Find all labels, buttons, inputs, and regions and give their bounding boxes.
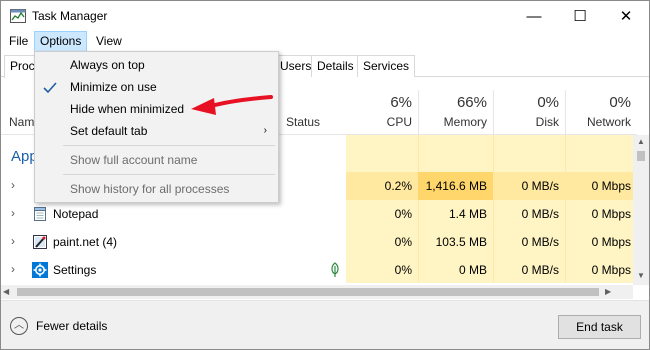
process-name: Settings	[53, 263, 97, 277]
column-header-disk[interactable]: 0% Disk	[493, 90, 565, 134]
maximize-button[interactable]: ☐	[557, 1, 603, 31]
scroll-left-icon[interactable]: ◀	[3, 285, 9, 299]
column-header-network[interactable]: 0% Network	[565, 90, 637, 134]
settings-gear-icon	[32, 262, 48, 278]
menu-bar: File Options View	[1, 31, 649, 52]
disk-value: 0 MB/s	[521, 207, 559, 221]
memory-total: 66%	[456, 94, 487, 111]
column-header-memory[interactable]: 66% Memory	[418, 90, 493, 134]
column-header-status[interactable]: Status	[286, 90, 346, 134]
table-row[interactable]: › Settings 0% 0 MB 0 MB/s 0 Mbps	[1, 256, 637, 284]
menu-separator	[63, 145, 275, 146]
table-row[interactable]: › paint.net (4) 0% 103.5 MB 0 MB/s 0 Mbp…	[1, 228, 637, 256]
close-button[interactable]: ✕	[603, 1, 649, 31]
minimize-button[interactable]: —	[511, 1, 557, 31]
title-bar: Task Manager — ☐ ✕	[1, 1, 649, 31]
disk-value: 0 MB/s	[521, 235, 559, 249]
memory-value: 1.4 MB	[448, 207, 487, 221]
column-header-cpu[interactable]: 6% CPU	[346, 90, 418, 134]
suspended-leaf-icon	[331, 262, 339, 277]
task-manager-icon	[10, 9, 26, 23]
column-status-label: Status	[286, 115, 321, 129]
checkmark-icon	[43, 82, 57, 94]
set-default-tab-label: Set default tab	[70, 124, 148, 138]
disk-value: 0 MB/s	[521, 263, 559, 277]
cpu-value: 0.2%	[384, 179, 412, 193]
notepad-icon	[34, 207, 46, 221]
network-value: 0 Mbps	[591, 207, 631, 221]
process-name: paint.net (4)	[53, 235, 118, 249]
horizontal-scroll-thumb[interactable]	[17, 288, 599, 296]
memory-value: 1,416.6 MB	[425, 179, 487, 193]
process-name: Notepad	[53, 207, 99, 221]
vertical-scroll-thumb[interactable]	[637, 151, 645, 161]
cpu-value: 0%	[394, 207, 412, 221]
cpu-value: 0%	[394, 235, 412, 249]
memory-label: Memory	[443, 115, 487, 129]
network-value: 0 Mbps	[591, 263, 631, 277]
red-annotation-arrow-icon	[191, 95, 273, 115]
scroll-down-icon[interactable]: ▼	[633, 269, 649, 283]
footer-bar: ︿ Fewer details End task	[1, 300, 649, 349]
options-dropdown-menu: Always on top Minimize on use Hide when …	[34, 51, 279, 203]
disk-total: 0%	[537, 94, 559, 111]
expand-chevron-icon[interactable]: ›	[11, 234, 15, 248]
cpu-value: 0%	[394, 263, 412, 277]
scroll-up-icon[interactable]: ▲	[633, 135, 649, 149]
cpu-label: CPU	[386, 115, 412, 129]
table-row[interactable]: › Notepad 0% 1.4 MB 0 MB/s 0 Mbps	[1, 200, 637, 228]
network-value: 0 Mbps	[591, 179, 631, 193]
menu-item-always-on-top[interactable]: Always on top	[36, 54, 277, 76]
network-total: 0%	[609, 94, 631, 111]
memory-value: 103.5 MB	[435, 235, 487, 249]
task-manager-window: Task Manager — ☐ ✕ File Options View Pro…	[0, 0, 650, 350]
vertical-scrollbar[interactable]: ▲ ▼	[633, 135, 649, 285]
tab-details[interactable]: Details	[311, 55, 360, 77]
column-name-label: Nam	[9, 115, 35, 129]
menu-options[interactable]: Options	[34, 31, 88, 52]
expand-chevron-icon[interactable]: ›	[11, 262, 15, 276]
network-label: Network	[586, 115, 631, 129]
expand-chevron-icon[interactable]: ›	[11, 178, 15, 192]
menu-view[interactable]: View	[91, 31, 127, 52]
tab-services[interactable]: Services	[357, 55, 416, 77]
fewer-details-link[interactable]: Fewer details	[36, 319, 107, 333]
cpu-total: 6%	[390, 94, 412, 111]
menu-file[interactable]: File	[4, 31, 33, 52]
memory-value: 0 MB	[458, 263, 487, 277]
network-value: 0 Mbps	[591, 235, 631, 249]
scroll-right-icon[interactable]: ▶	[605, 285, 611, 299]
end-task-button[interactable]: End task	[558, 315, 641, 339]
horizontal-scrollbar[interactable]: ◀ ▶	[1, 285, 633, 299]
menu-separator	[63, 174, 275, 175]
expand-chevron-icon[interactable]: ›	[11, 206, 15, 220]
menu-item-show-history-all-processes: Show history for all processes	[70, 182, 230, 196]
disk-value: 0 MB/s	[521, 179, 559, 193]
disk-label: Disk	[535, 115, 559, 129]
menu-item-show-full-account-name: Show full account name	[70, 153, 198, 167]
chevron-up-circle-icon[interactable]: ︿	[10, 317, 28, 335]
paint-net-icon	[33, 235, 47, 249]
window-title: Task Manager	[32, 9, 108, 23]
